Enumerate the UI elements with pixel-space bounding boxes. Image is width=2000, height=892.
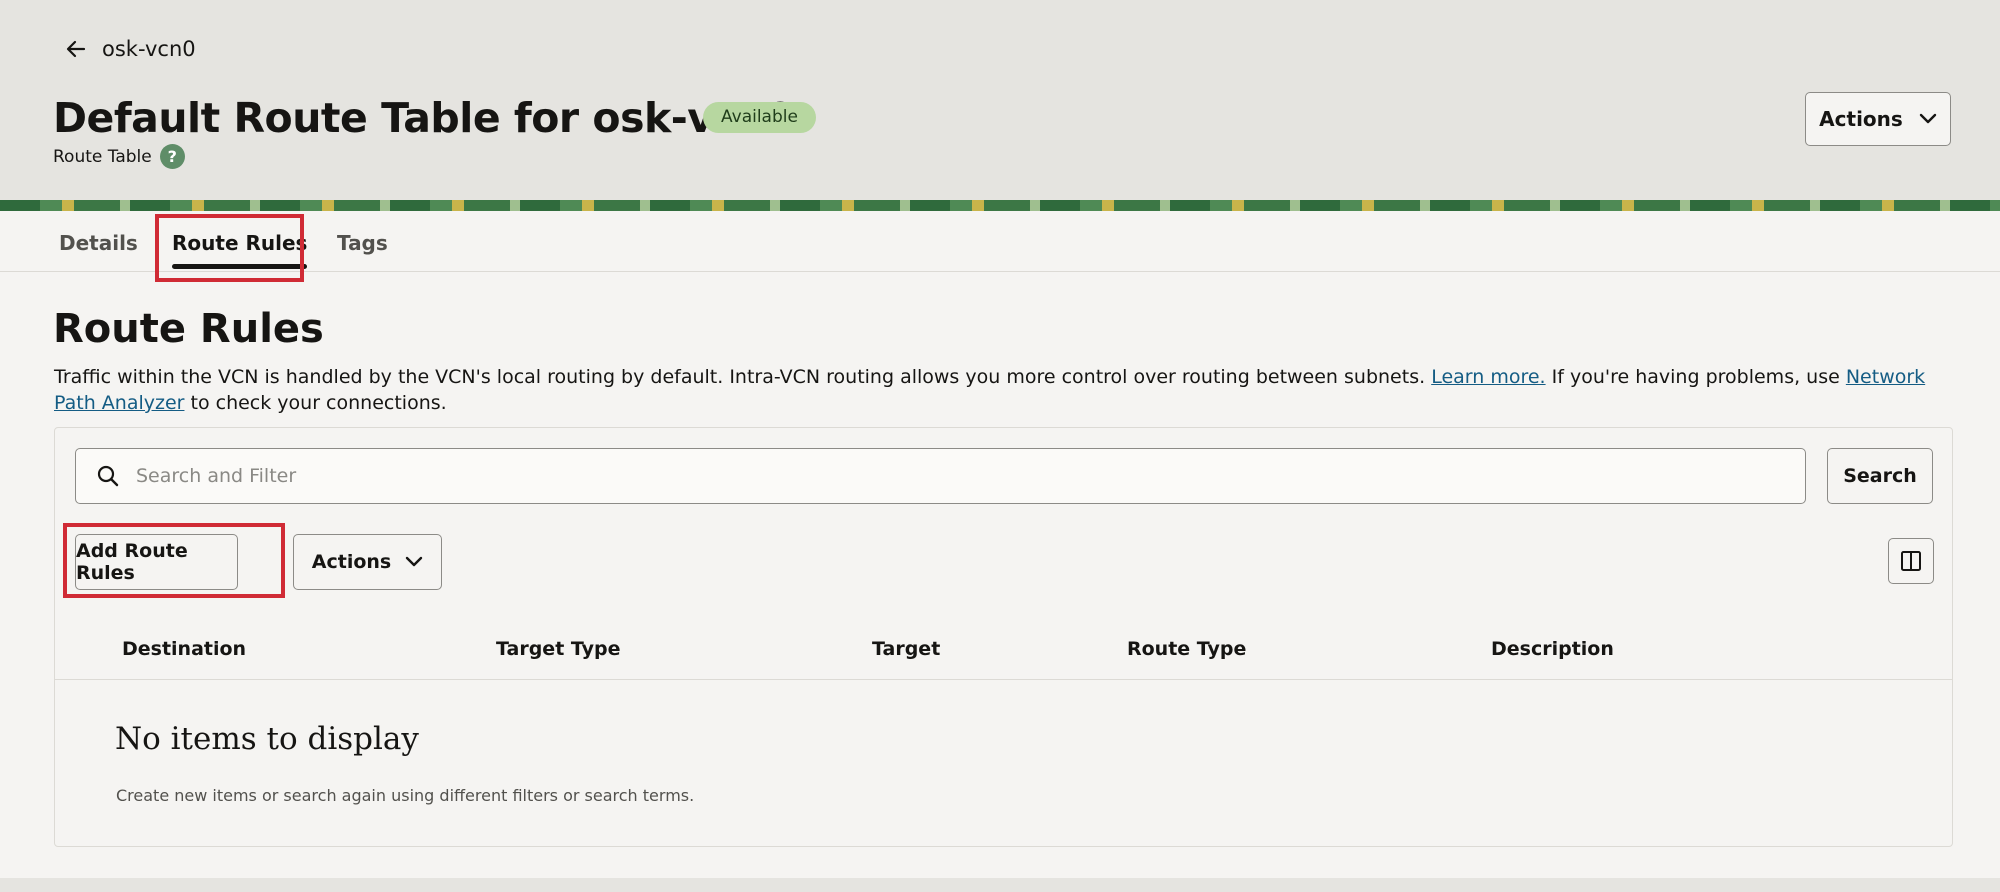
search-box[interactable]	[75, 448, 1806, 504]
tab-tags[interactable]: Tags	[337, 211, 388, 271]
search-input[interactable]	[134, 464, 1738, 488]
table-actions-button[interactable]: Actions	[293, 534, 442, 590]
tab-route-rules[interactable]: Route Rules	[172, 211, 308, 271]
status-badge: Available	[703, 102, 816, 133]
page-header: osk-vcn0 Default Route Table for osk-vcn…	[0, 0, 2000, 200]
add-route-rules-button[interactable]: Add Route Rules	[75, 534, 238, 590]
chevron-down-icon	[1919, 113, 1937, 124]
section-description: Traffic within the VCN is handled by the…	[54, 364, 1954, 416]
column-header-description[interactable]: Description	[1491, 638, 1614, 660]
decorative-banner	[0, 200, 2000, 211]
table-header-divider	[55, 679, 1952, 680]
column-header-target-type[interactable]: Target Type	[496, 638, 620, 660]
columns-icon	[1901, 551, 1921, 571]
description-text-2: If you're having problems, use	[1545, 366, 1846, 388]
columns-toggle-button[interactable]	[1888, 538, 1934, 584]
page-title: Default Route Table for osk-vcn0	[53, 94, 795, 142]
search-button[interactable]: Search	[1827, 448, 1933, 504]
column-header-target[interactable]: Target	[872, 638, 940, 660]
column-header-route-type[interactable]: Route Type	[1127, 638, 1246, 660]
search-icon	[97, 465, 119, 487]
tab-details[interactable]: Details	[59, 211, 138, 271]
table-actions-label: Actions	[311, 551, 392, 573]
header-actions-button[interactable]: Actions	[1805, 92, 1951, 146]
tab-bar: Details Route Rules Tags	[0, 211, 2000, 272]
empty-state-title: No items to display	[115, 721, 419, 757]
back-link-label: osk-vcn0	[102, 37, 196, 61]
resource-type-text: Route Table	[53, 146, 152, 167]
bottom-strip	[0, 878, 2000, 892]
back-link[interactable]: osk-vcn0	[64, 34, 196, 64]
chevron-down-icon	[406, 556, 423, 567]
arrow-left-icon	[66, 40, 86, 58]
empty-state-text: Create new items or search again using d…	[116, 786, 695, 805]
route-rules-panel: Search Add Route Rules Actions Destinati…	[54, 427, 1953, 847]
description-text-3: to check your connections.	[184, 392, 447, 414]
column-header-destination[interactable]: Destination	[122, 638, 246, 660]
resource-type-label: Route Table ?	[53, 144, 185, 169]
help-icon[interactable]: ?	[159, 144, 185, 169]
description-text-1: Traffic within the VCN is handled by the…	[54, 366, 1432, 388]
header-actions-label: Actions	[1819, 107, 1903, 131]
section-title: Route Rules	[53, 306, 324, 352]
learn-more-link[interactable]: Learn more.	[1431, 366, 1545, 388]
